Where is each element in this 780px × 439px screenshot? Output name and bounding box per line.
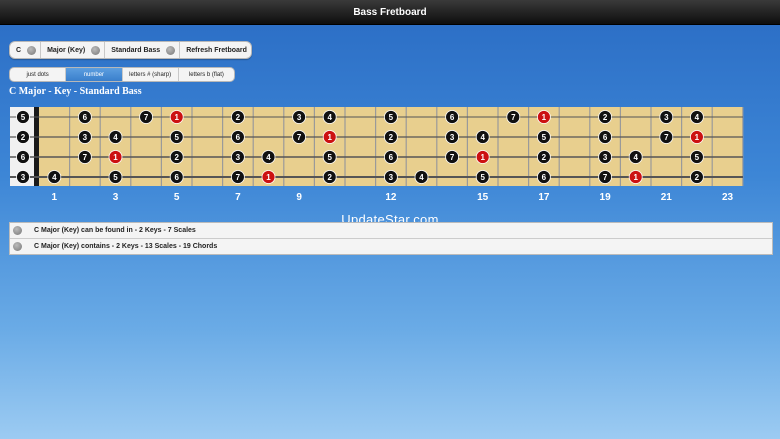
fret-note-label: 6 [603, 133, 608, 142]
fret-note-label: 2 [174, 153, 179, 162]
fret-note-label: 5 [327, 153, 332, 162]
fret-note-label: 7 [144, 113, 149, 122]
fret-number-label: 7 [235, 192, 241, 203]
fret-note-label: 2 [236, 113, 241, 122]
fret-note-label: 7 [83, 153, 88, 162]
fret-note-label: 6 [83, 113, 88, 122]
fret-note-label: 1 [542, 113, 547, 122]
fret-note-label: 4 [327, 113, 332, 122]
info-row-text: C Major (Key) contains - 2 Keys - 13 Sca… [34, 243, 218, 250]
info-panel: C Major (Key) can be found in - 2 Keys -… [9, 222, 773, 255]
fret-note-label: 4 [480, 133, 485, 142]
fret-note-label: 2 [603, 113, 608, 122]
fret-note-label: 4 [266, 153, 271, 162]
fret-note-label: 1 [480, 153, 485, 162]
fret-note-label: 4 [695, 113, 700, 122]
fret-number-label: 5 [174, 192, 180, 203]
fret-note-label: 1 [266, 173, 271, 182]
fret-note-label: 7 [603, 173, 608, 182]
fret-number-label: 1 [52, 192, 58, 203]
fret-note-label: 2 [542, 153, 547, 162]
fret-note-label: 3 [450, 133, 455, 142]
fret-note-label: 1 [695, 133, 700, 142]
fret-note-label: 5 [389, 113, 394, 122]
info-dot-icon [13, 242, 22, 251]
open-note-label: 5 [21, 113, 26, 122]
fret-note-label: 6 [174, 173, 179, 182]
fret-number-label: 12 [385, 192, 397, 203]
fret-note-label: 1 [327, 133, 332, 142]
fret-note-label: 7 [236, 173, 241, 182]
open-note-label: 2 [21, 133, 26, 142]
fret-note-label: 3 [664, 113, 669, 122]
fret-number-label: 21 [661, 192, 673, 203]
fret-note-label: 6 [389, 153, 394, 162]
info-row-text: C Major (Key) can be found in - 2 Keys -… [34, 227, 196, 234]
fret-note-label: 3 [236, 153, 241, 162]
info-dot-icon [13, 226, 22, 235]
fret-note-label: 1 [113, 153, 118, 162]
info-row-contains[interactable]: C Major (Key) contains - 2 Keys - 13 Sca… [10, 239, 772, 254]
fret-note-label: 3 [297, 113, 302, 122]
fret-note-label: 2 [695, 173, 700, 182]
info-row-found-in[interactable]: C Major (Key) can be found in - 2 Keys -… [10, 223, 772, 239]
fret-note-label: 7 [297, 133, 302, 142]
fret-note-label: 2 [389, 133, 394, 142]
fret-note-label: 7 [450, 153, 455, 162]
fret-note-label: 7 [664, 133, 669, 142]
fret-number-label: 3 [113, 192, 119, 203]
fret-note-label: 3 [389, 173, 394, 182]
fret-note-label: 5 [174, 133, 179, 142]
fret-note-label: 6 [236, 133, 241, 142]
fret-number-label: 17 [538, 192, 550, 203]
fret-note-label: 5 [695, 153, 700, 162]
fret-note-label: 4 [113, 133, 118, 142]
fret-note-label: 1 [174, 113, 179, 122]
fret-note-label: 7 [511, 113, 516, 122]
fret-note-label: 2 [327, 173, 332, 182]
fret-number-label: 23 [722, 192, 734, 203]
fret-note-label: 5 [113, 173, 118, 182]
fret-note-label: 4 [52, 173, 57, 182]
fret-note-label: 6 [450, 113, 455, 122]
open-note-label: 3 [21, 173, 26, 182]
fret-note-label: 6 [542, 173, 547, 182]
fret-note-label: 4 [633, 153, 638, 162]
fret-number-label: 9 [296, 192, 302, 203]
fret-note-label: 3 [83, 133, 88, 142]
fret-number-label: 19 [600, 192, 612, 203]
fret-note-label: 3 [603, 153, 608, 162]
nut [34, 107, 39, 186]
fret-number-label: 15 [477, 192, 489, 203]
fret-note-label: 4 [419, 173, 424, 182]
fret-note-label: 5 [480, 173, 485, 182]
fret-note-label: 5 [542, 133, 547, 142]
open-note-label: 6 [21, 153, 26, 162]
fret-note-label: 1 [633, 173, 638, 182]
